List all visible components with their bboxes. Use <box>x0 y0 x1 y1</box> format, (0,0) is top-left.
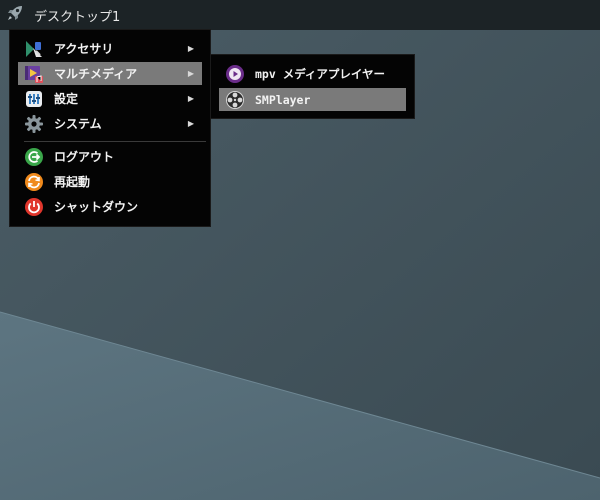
smplayer-icon <box>225 90 245 110</box>
menu-item-label: mpv メディアプレイヤー <box>255 66 386 81</box>
menu-item-label: 設定 <box>54 92 79 106</box>
multimedia-submenu: mpv メディアプレイヤー SMPlayer <box>211 55 414 118</box>
menu-item-label: SMPlayer <box>255 92 311 107</box>
menu-item-accessories[interactable]: アクセサリ ▶ <box>18 37 202 60</box>
menu-item-multimedia[interactable]: マルチメディア ▶ <box>18 62 202 85</box>
menu-item-system[interactable]: システム ▶ <box>18 112 202 135</box>
desktop-title: デスクトップ1 <box>34 9 121 25</box>
settings-icon <box>24 89 44 109</box>
menu-item-label: アクセサリ <box>54 42 114 56</box>
menu-item-label: 再起動 <box>54 175 91 189</box>
top-panel: デスクトップ1 <box>0 0 600 30</box>
menu-item-settings[interactable]: 設定 ▶ <box>18 87 202 110</box>
mpv-icon <box>225 64 245 84</box>
menu-item-restart[interactable]: 再起動 <box>18 170 202 193</box>
desktop-screen: デスクトップ1 アクセサリ ▶ マルチメディア ▶ 設定 ▶ システム ▶ ログ… <box>0 0 600 500</box>
launcher-button[interactable] <box>0 0 30 30</box>
rocket-icon <box>5 3 25 27</box>
submenu-item-mpv[interactable]: mpv メディアプレイヤー <box>219 62 406 85</box>
system-gear-icon <box>24 114 44 134</box>
logout-icon <box>24 147 44 167</box>
submenu-arrow-icon: ▶ <box>187 44 194 53</box>
submenu-arrow-icon: ▶ <box>187 119 194 128</box>
restart-icon <box>24 172 44 192</box>
submenu-item-smplayer[interactable]: SMPlayer <box>219 88 406 111</box>
application-menu: アクセサリ ▶ マルチメディア ▶ 設定 ▶ システム ▶ ログアウト 再起動 … <box>10 30 210 226</box>
menu-item-logout[interactable]: ログアウト <box>18 145 202 168</box>
menu-separator <box>24 141 206 142</box>
menu-item-label: シャットダウン <box>54 200 139 214</box>
menu-item-shutdown[interactable]: シャットダウン <box>18 195 202 218</box>
menu-item-label: ログアウト <box>54 150 115 164</box>
shutdown-icon <box>24 197 44 217</box>
submenu-arrow-icon: ▶ <box>187 69 194 78</box>
accessories-icon <box>24 39 44 59</box>
menu-item-label: マルチメディア <box>54 67 138 81</box>
menu-item-label: システム <box>54 117 102 131</box>
submenu-arrow-icon: ▶ <box>187 94 194 103</box>
multimedia-icon <box>24 64 44 84</box>
